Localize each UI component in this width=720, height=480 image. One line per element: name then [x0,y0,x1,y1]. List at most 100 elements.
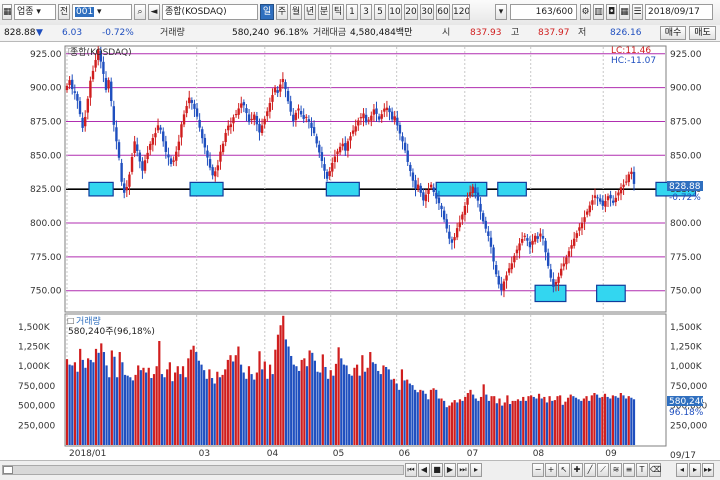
volume-bar [282,315,285,445]
channel-icon[interactable]: ≋ [610,463,622,477]
scroll-right-icon[interactable]: ▸ [689,463,701,477]
candle-body [572,238,576,246]
period-button-6[interactable]: 3 [360,4,372,20]
volume-bar [522,396,525,445]
period-button-7[interactable]: 5 [374,4,386,20]
volume-bar [458,399,462,445]
fibo-icon[interactable]: ≡ [623,463,635,477]
volume-bar [363,371,367,445]
price-chart[interactable]: 925.00 925.00 900.00 900.00 875.00 875.00 850.… [0,42,720,479]
play-icon[interactable]: ▸ [470,463,482,477]
volume-bar [200,364,203,445]
date-field[interactable]: 2018/09/17 [645,4,713,20]
volume-bar [276,334,280,445]
volume-bar [408,383,411,445]
period-button-1[interactable]: 월 [290,4,302,20]
grid-icon[interactable]: ▦ [2,4,12,20]
sell-button[interactable]: 매도 [689,26,716,40]
volume-bar [435,389,438,445]
candle-body [461,214,464,220]
crosshair-icon[interactable]: ✚ [571,463,583,477]
x-axis-label: 09 [605,449,617,459]
chart-icon[interactable]: ▥ [593,4,604,20]
volume-bar [392,378,396,445]
candle-body [546,252,550,266]
price-value: 828.88 [4,28,36,38]
grid-view-icon[interactable]: ▦ [619,4,630,20]
buy-button[interactable]: 매수 [660,26,686,40]
period-button-2[interactable]: 년 [304,4,316,20]
tab-jeon[interactable]: 전 [58,4,70,20]
next-icon[interactable]: ▶ [444,463,456,477]
candle-body [598,198,602,202]
zoom-in-icon[interactable]: + [545,463,557,477]
text-tool-icon[interactable]: T [636,463,648,477]
amount-label: 거래대금 [313,28,347,38]
panel-settings-icon[interactable]: □ [68,46,76,55]
candle-body [258,123,261,133]
candle-body [260,125,264,133]
volume-bar [208,369,211,445]
settings-icon[interactable]: ⚙ [580,4,591,20]
period-button-0[interactable]: 주 [276,4,288,20]
candle-body [112,106,116,125]
line-tool-icon[interactable]: ╱ [584,463,596,477]
candle-body [580,222,584,229]
speaker-icon[interactable]: ◄ [148,4,160,20]
period-dropdown-icon[interactable]: ▾ [495,4,507,20]
zoom-out-icon[interactable]: − [532,463,544,477]
sector-select[interactable]: 업종 ▾ [14,4,56,20]
volume-bar [234,355,237,445]
period-button-11[interactable]: 60 [436,4,450,20]
candle-body [284,82,287,90]
volume-bar [160,374,164,445]
period-button-12[interactable]: 120 [452,4,470,20]
search-icon[interactable]: ⌕ [134,4,146,20]
candle-body [450,239,454,243]
stop-icon[interactable]: ■ [431,463,443,477]
candle-body [232,117,235,124]
period-button-8[interactable]: 10 [388,4,402,20]
scroll-end-icon[interactable]: ▸▸ [702,463,714,477]
cursor-icon[interactable]: ↖ [558,463,570,477]
count-field[interactable]: 163/600 [510,4,577,20]
period-button-5[interactable]: 1 [346,4,358,20]
candle-body [487,231,490,236]
code-input[interactable]: 001 ▾ [72,4,132,20]
candle-body [401,136,404,142]
period-button-9[interactable]: 20 [404,4,418,20]
volume-bar [464,396,467,445]
volume-panel-title: 거래량 [76,315,101,327]
first-page-icon[interactable]: ⏮ [405,463,417,477]
volume-bar [308,350,311,445]
erase-icon[interactable]: ⌫ [649,463,661,477]
volume-bar [250,374,253,445]
candle-body [227,125,230,131]
volume-bar [321,354,324,445]
trendline-icon[interactable]: ⟋ [597,463,609,477]
volume-bar [437,398,440,445]
candle-body [193,103,196,109]
candle-body [333,156,337,162]
volume-settings-icon[interactable]: □ [67,316,75,325]
volume-bar [485,394,488,445]
volume-bar [334,363,338,445]
lock-icon[interactable]: ◘ [606,4,617,20]
candle-body [396,117,399,126]
volume-bar [239,364,243,445]
prev-icon[interactable]: ◀ [418,463,430,477]
period-button-4[interactable]: 틱 [332,4,344,20]
period-button-10[interactable]: 30 [420,4,434,20]
info-icon[interactable]: 일 [260,4,274,20]
scroll-left-icon[interactable]: ◂ [676,463,688,477]
candle-body [312,127,316,134]
table-icon[interactable]: ☰ [632,4,643,20]
volume-bar [350,375,353,445]
scrollbar[interactable] [2,465,404,475]
candle-body [567,251,571,257]
scroll-thumb[interactable] [3,466,13,474]
last-page-icon[interactable]: ⏭ [457,463,469,477]
candle-body [424,194,428,202]
period-button-3[interactable]: 분 [318,4,330,20]
candle-body [536,236,539,239]
